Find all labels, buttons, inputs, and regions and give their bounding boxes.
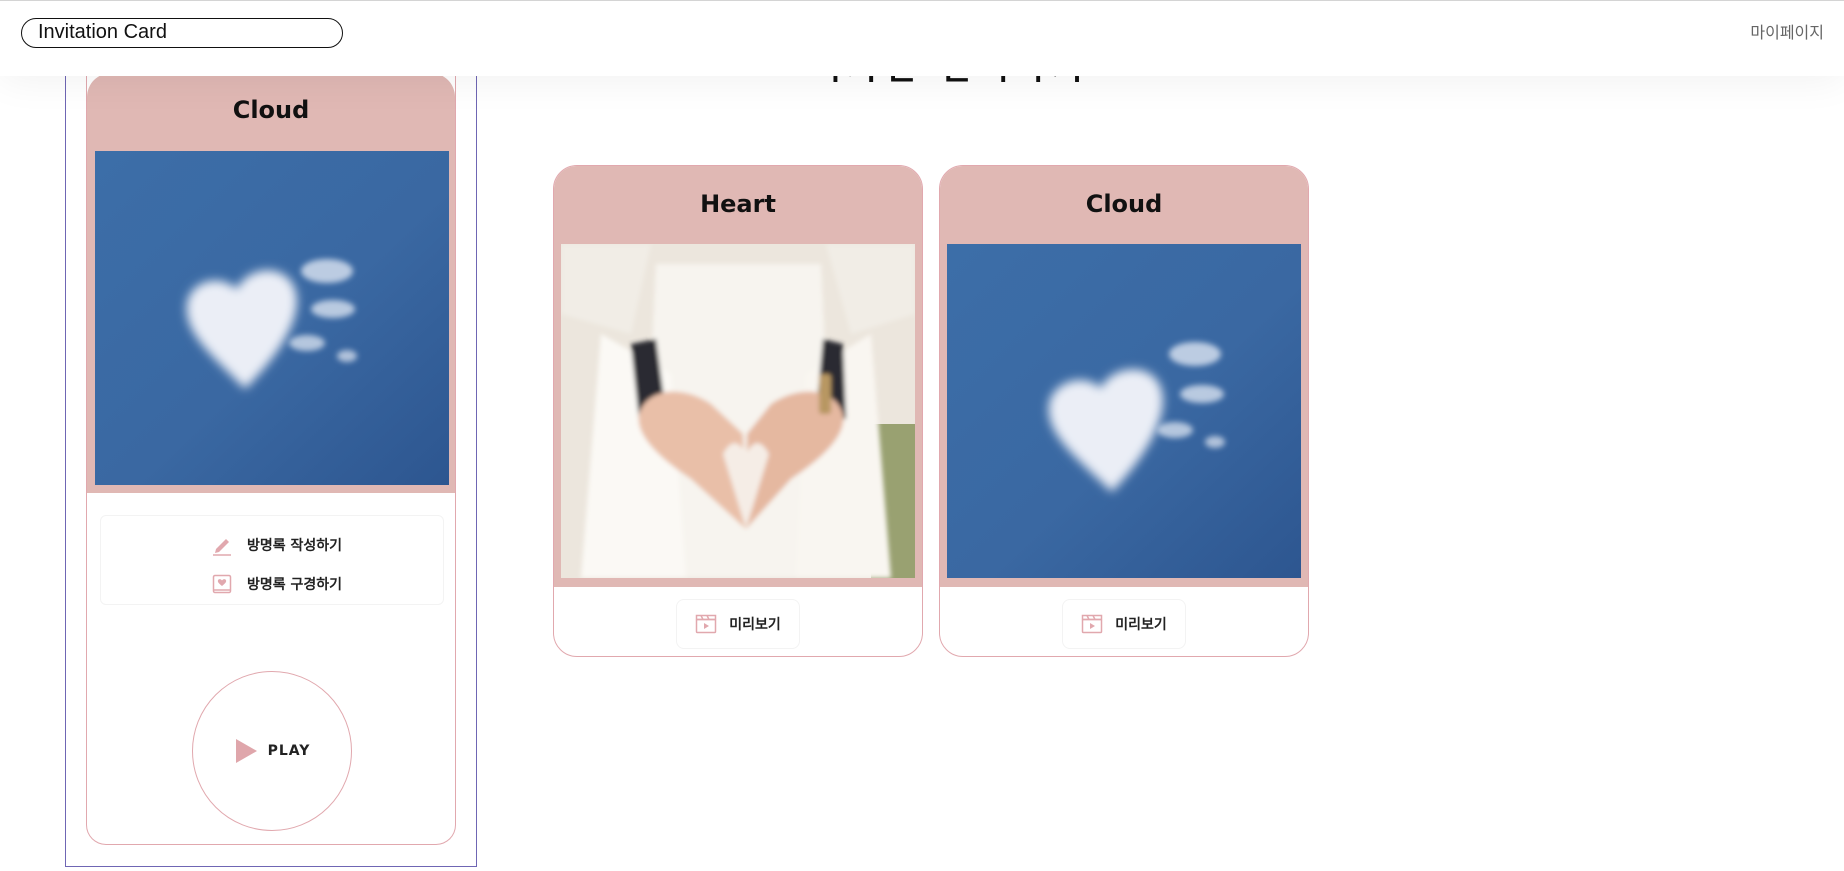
write-guestbook-label: 방명록 작성하기 xyxy=(247,538,343,554)
phone-preview-frame: Cloud 방명록 작성하기 방명록 구경하기 PLAY xyxy=(65,73,477,867)
template-title: Heart xyxy=(700,190,776,218)
phone-card-title: Cloud xyxy=(232,96,310,124)
play-icon xyxy=(235,739,257,763)
site-logo[interactable]: Invitation Card xyxy=(21,18,343,48)
guestbook-icon xyxy=(212,574,232,594)
phone-card-header: Cloud xyxy=(87,73,455,493)
view-guestbook-label: 방명록 구경하기 xyxy=(247,577,343,593)
write-guestbook-button[interactable]: 방명록 작성하기 xyxy=(211,534,342,556)
couple-heart-hands-image xyxy=(561,244,915,578)
template-card-heart[interactable]: Heart 미리보기 xyxy=(553,165,923,657)
template-card-header: Heart xyxy=(554,166,922,587)
template-card-header: Cloud xyxy=(940,166,1308,587)
clapperboard-icon xyxy=(695,614,717,634)
clapperboard-icon xyxy=(1081,614,1103,634)
guestbook-menu: 방명록 작성하기 방명록 구경하기 xyxy=(100,515,444,605)
view-guestbook-button[interactable]: 방명록 구경하기 xyxy=(211,573,342,595)
play-button[interactable]: PLAY xyxy=(192,671,352,831)
phone-preview-card: Cloud 방명록 작성하기 방명록 구경하기 PLAY xyxy=(86,73,456,845)
pen-icon xyxy=(213,539,231,556)
preview-label: 미리보기 xyxy=(1115,617,1167,633)
mypage-link[interactable]: 마이페이지 xyxy=(1750,19,1824,43)
preview-button[interactable]: 미리보기 xyxy=(1062,599,1186,649)
preview-button[interactable]: 미리보기 xyxy=(676,599,800,649)
heart-cloud-image xyxy=(947,244,1301,578)
template-title: Cloud xyxy=(1085,190,1163,218)
template-card-cloud[interactable]: Cloud 미리보기 xyxy=(939,165,1309,657)
top-header: Invitation Card 마이페이지 xyxy=(0,0,1844,76)
play-label: PLAY xyxy=(267,743,311,759)
preview-label: 미리보기 xyxy=(729,617,781,633)
heart-cloud-image xyxy=(95,151,449,485)
